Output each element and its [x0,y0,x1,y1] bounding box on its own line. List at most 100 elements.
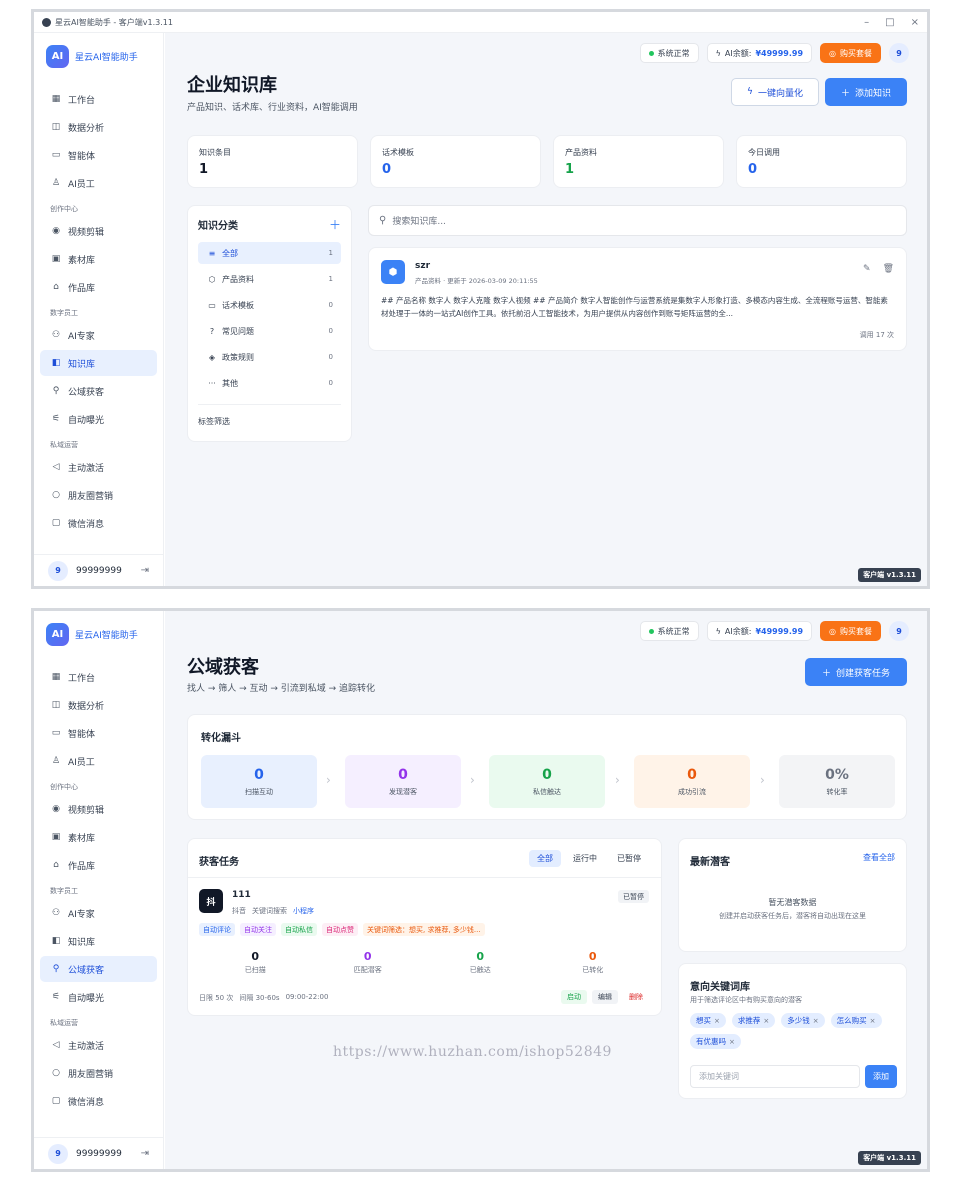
task-name[interactable]: 111 [232,890,251,900]
sidebar-item-auto-exposure[interactable]: ⚟ 自动曝光 [40,984,157,1010]
view-all-link[interactable]: 查看全部 [863,852,895,863]
vectorize-button[interactable]: ϟ 一键向量化 [731,78,819,106]
status-dot-icon [648,628,654,634]
funnel-label: 扫描互动 [245,787,273,796]
buy-plan-button[interactable]: ◎ 购买套餐 [820,43,881,63]
sidebar-item-acquisition[interactable]: ⚲ 公域获客 [40,956,157,982]
category-item-policy[interactable]: ◈ 政策规则 0 [198,346,341,368]
close-icon[interactable]: × [911,17,919,28]
sidebar-item-works[interactable]: ⌂ 作品库 [40,274,157,300]
remove-icon[interactable]: × [729,1038,735,1046]
knowledge-search-input[interactable]: ⚲ 搜索知识库... [368,205,907,236]
chevron-right-icon: › [615,773,620,787]
remove-icon[interactable]: × [813,1017,819,1025]
book-icon: ◧ [51,358,61,368]
sidebar-item-knowledge-base[interactable]: ◧ 知识库 [40,928,157,954]
leads-empty-text: 暂无潜客数据 [768,898,817,907]
logout-icon[interactable]: ⇥ [141,1148,149,1159]
category-item-other[interactable]: ··· 其他 0 [198,372,341,394]
tag-keyword-filter: 关键词筛选：想买, 求推荐, 多少钱... [363,923,485,936]
keyword-subtitle: 用于筛选评论区中有购买意向的潜客 [690,996,802,1004]
sidebar-item-wechat[interactable]: ▢ 微信消息 [40,1088,157,1114]
avatar[interactable]: 9 [48,1143,68,1164]
category-item-products[interactable]: ⬡ 产品资料 1 [198,268,341,290]
sidebar-item-analytics[interactable]: ◫ 数据分析 [40,692,157,718]
sidebar-item-knowledge-base[interactable]: ◧ 知识库 [40,350,157,376]
buy-plan-button[interactable]: ◎ 购买套餐 [820,621,881,641]
user-row: 9 99999999 ⇥ [34,1137,163,1169]
ai-balance[interactable]: ϟ AI余额: ¥49999.99 [706,621,813,641]
chart-icon: ◫ [51,700,61,710]
sidebar-item-ai-staff[interactable]: ♙ AI员工 [40,170,157,196]
avatar[interactable]: 9 [889,621,909,641]
avatar[interactable]: 9 [48,560,68,581]
sidebar-item-agents[interactable]: ▭ 智能体 [40,142,157,168]
start-button[interactable]: 启动 [561,990,587,1004]
button-label: 添加知识 [855,88,892,99]
sidebar-item-ai-expert[interactable]: ⚇ AI专家 [40,322,157,348]
category-item-all[interactable]: ≡ 全部 1 [198,242,341,264]
knowledge-item-card[interactable]: ⬢ szr 产品资料 · 更新于 2026-03-09 20:11:55 ✎ 🗑 … [368,247,907,351]
sidebar-item-wechat[interactable]: ▢ 微信消息 [40,510,157,536]
funnel-value: 0 [687,766,697,783]
remove-icon[interactable]: × [714,1017,720,1025]
app-logo-icon [42,17,51,27]
sidebar: AI 星云AI智能助手 ▦ 工作台 ◫ 数据分析 ▭ 智能体 ♙ AI员工 创作中心 ◉… [34,611,164,1169]
sidebar-item-assets[interactable]: ▣ 素材库 [40,246,157,272]
add-category-icon[interactable]: ＋ [329,216,341,233]
avatar[interactable]: 9 [889,43,909,63]
sidebar-item-ai-expert[interactable]: ⚇ AI专家 [40,900,157,926]
funnel-value: 0 [398,766,408,783]
sidebar-item-activation[interactable]: ◁ 主动激活 [40,1032,157,1058]
sidebar-item-assets[interactable]: ▣ 素材库 [40,824,157,850]
tab-all[interactable]: 全部 [529,850,561,867]
tab-running[interactable]: 运行中 [565,850,605,867]
search-icon: ⚲ [52,386,60,396]
create-task-button[interactable]: ＋ 创建获客任务 [805,658,907,686]
sidebar-item-workbench[interactable]: ▦ 工作台 [40,664,157,690]
sidebar-item-ai-staff[interactable]: ♙ AI员工 [40,748,157,774]
brand-logo-icon: AI [46,623,69,646]
sidebar-item-moments[interactable]: ○ 朋友圈营销 [40,1060,157,1086]
ai-balance[interactable]: ϟ AI余额: ¥49999.99 [706,43,813,63]
keyword-input[interactable]: 添加关键词 [690,1065,860,1088]
sidebar-item-acquisition[interactable]: ⚲ 公域获客 [40,378,157,404]
sidebar-item-moments[interactable]: ○ 朋友圈营销 [40,482,157,508]
stat-value: 0 [382,162,392,177]
logout-icon[interactable]: ⇥ [141,565,149,576]
category-item-templates[interactable]: ▭ 话术模板 0 [198,294,341,316]
trash-icon[interactable]: 🗑 [883,264,894,274]
keyword-text: 有优惠吗 [696,1037,726,1046]
plus-icon: ＋ [821,668,831,679]
moments-icon: ○ [52,490,60,500]
tab-paused[interactable]: 已暂停 [609,850,649,867]
play-icon: ◉ [52,804,60,814]
tag-filter-label[interactable]: 标签筛选 [198,416,230,427]
edit-icon[interactable]: ✎ [863,264,871,274]
category-count: 0 [328,379,333,387]
broadcast-icon: ⚟ [51,992,61,1002]
edit-button[interactable]: 编辑 [592,990,618,1004]
funnel-label: 转化率 [826,787,848,796]
balance-label: AI余额: [724,48,752,58]
sidebar-item-agents[interactable]: ▭ 智能体 [40,720,157,746]
sidebar-item-activation[interactable]: ◁ 主动激活 [40,454,157,480]
watermark-text: https://www.huzhan.com/ishop52849 [333,1044,612,1060]
category-item-faq[interactable]: ? 常见问题 0 [198,320,341,342]
remove-icon[interactable]: × [763,1017,769,1025]
minimize-icon[interactable]: – [864,17,869,28]
sidebar-item-video-edit[interactable]: ◉ 视频剪辑 [40,218,157,244]
remove-icon[interactable]: × [870,1017,876,1025]
sidebar-item-works[interactable]: ⌂ 作品库 [40,852,157,878]
sidebar-item-video-edit[interactable]: ◉ 视频剪辑 [40,796,157,822]
usage-count: 调用 17 次 [859,331,894,339]
add-knowledge-button[interactable]: ＋ 添加知识 [825,78,907,106]
add-keyword-button[interactable]: 添加 [865,1065,897,1088]
user-name: 99999999 [76,565,122,576]
maximize-icon[interactable]: □ [885,17,894,28]
sidebar-item-label: 公域获客 [68,387,105,398]
sidebar-item-auto-exposure[interactable]: ⚟ 自动曝光 [40,406,157,432]
sidebar-item-analytics[interactable]: ◫ 数据分析 [40,114,157,140]
delete-button[interactable]: 删除 [623,990,649,1004]
sidebar-item-workbench[interactable]: ▦ 工作台 [40,86,157,112]
